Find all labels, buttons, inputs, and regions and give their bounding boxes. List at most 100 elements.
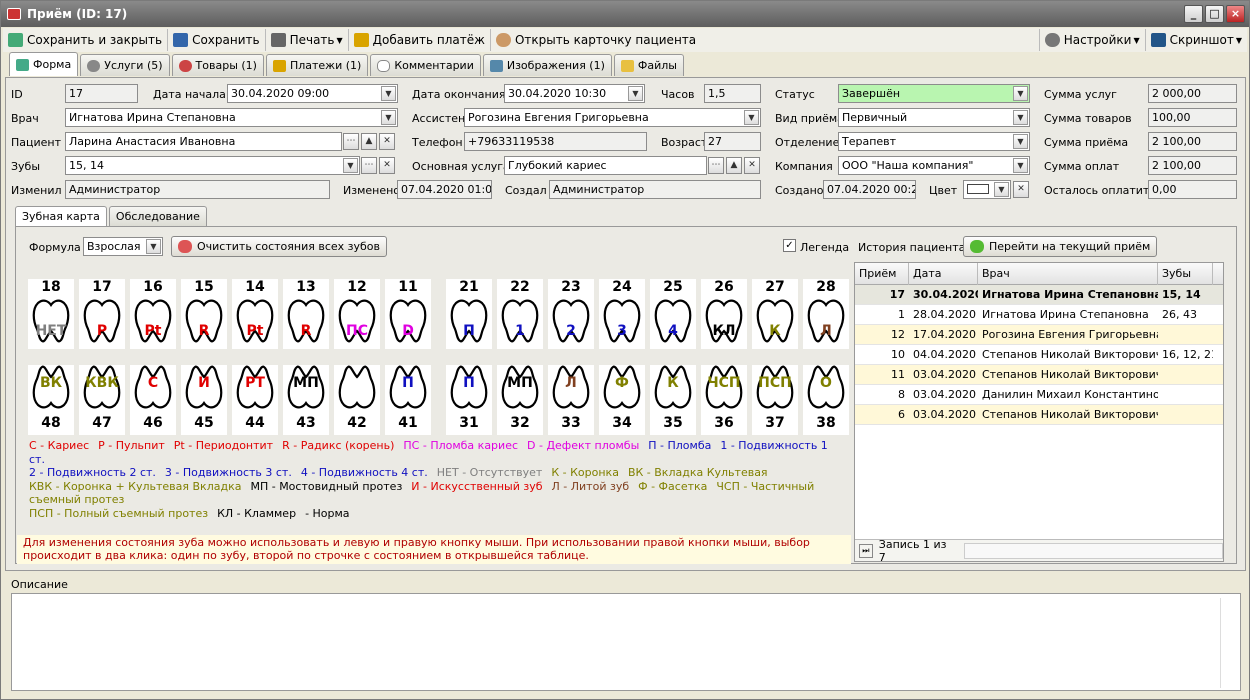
- tooth-23[interactable]: 23 2: [548, 279, 594, 349]
- chevron-down-icon[interactable]: ▼: [994, 182, 1009, 197]
- clear-all-teeth-button[interactable]: Очистить состояния всех зубов: [171, 236, 387, 257]
- id-field[interactable]: 17: [65, 84, 138, 103]
- tooth-12[interactable]: 12 ПС: [334, 279, 380, 349]
- close-button[interactable]: ×: [1226, 5, 1245, 23]
- tooth-34[interactable]: 34 Ф: [599, 365, 645, 435]
- table-row[interactable]: 10 04.04.2020 Степанов Николай Викторович 1…: [855, 345, 1223, 365]
- changed-by-field[interactable]: Администратор: [65, 180, 330, 199]
- settings-button[interactable]: Настройки ▼: [1038, 29, 1146, 51]
- patient-field[interactable]: Ларина Анастасия Ивановна: [65, 132, 342, 151]
- tooth-26[interactable]: 26 КЛ: [701, 279, 747, 349]
- chevron-down-icon[interactable]: ▼: [628, 86, 643, 101]
- start-date-field[interactable]: 30.04.2020 09:00 ▼: [227, 84, 398, 103]
- sum-visit-field[interactable]: 2 100,00: [1148, 132, 1237, 151]
- main-service-field[interactable]: Глубокий кариес: [504, 156, 707, 175]
- tab-files[interactable]: Файлы: [613, 54, 684, 76]
- tooth-27[interactable]: 27 К: [752, 279, 798, 349]
- tooth-33[interactable]: 33 Л: [548, 365, 594, 435]
- tooth-35[interactable]: 35 К: [650, 365, 696, 435]
- chevron-down-icon[interactable]: ▼: [1013, 158, 1028, 173]
- table-row[interactable]: 17 30.04.2020 Игнатова Ирина Степановна 15,…: [855, 285, 1223, 305]
- sum-goods-field[interactable]: 100,00: [1148, 108, 1237, 127]
- tab-comments[interactable]: Комментарии: [370, 54, 481, 76]
- tooth-16[interactable]: 16 Pt: [130, 279, 176, 349]
- minimize-button[interactable]: _: [1184, 5, 1203, 23]
- tooth-47[interactable]: 47 КВК: [79, 365, 125, 435]
- tooth-46[interactable]: 46 С: [130, 365, 176, 435]
- clear-teeth-button[interactable]: ✕: [379, 157, 395, 174]
- visit-type-select[interactable]: Первичный ▼: [838, 108, 1030, 127]
- changed-field[interactable]: 07.04.2020 01:05: [397, 180, 492, 199]
- tooth-32[interactable]: 32 МП: [497, 365, 543, 435]
- table-row[interactable]: 11 03.04.2020 Степанов Николай Викторович: [855, 365, 1223, 385]
- chevron-down-icon[interactable]: ▼: [381, 110, 396, 125]
- tooth-31[interactable]: 31 П: [446, 365, 492, 435]
- table-row[interactable]: 12 17.04.2020 Рогозина Евгения Григорьевна: [855, 325, 1223, 345]
- col-visit[interactable]: Приём: [855, 262, 909, 285]
- tooth-25[interactable]: 25 4: [650, 279, 696, 349]
- screenshot-button[interactable]: Скриншот ▼: [1146, 29, 1247, 51]
- horizontal-scrollbar[interactable]: [963, 542, 1224, 559]
- tooth-41[interactable]: 41 П: [385, 365, 431, 435]
- tooth-42[interactable]: 42: [334, 365, 380, 435]
- col-date[interactable]: Дата: [909, 262, 978, 285]
- col-teeth[interactable]: Зубы: [1158, 262, 1213, 285]
- tab-services[interactable]: Услуги (5): [80, 54, 170, 76]
- save-close-button[interactable]: Сохранить и закрыть: [3, 29, 169, 51]
- department-select[interactable]: Терапевт ▼: [838, 132, 1030, 151]
- chevron-down-icon[interactable]: ▼: [744, 110, 759, 125]
- maximize-button[interactable]: □: [1205, 5, 1224, 23]
- tooth-48[interactable]: 48 ВК: [28, 365, 74, 435]
- chevron-down-icon[interactable]: ▼: [1013, 110, 1028, 125]
- doctor-select[interactable]: Игнатова Ирина Степановна ▼: [65, 108, 398, 127]
- clear-patient-button[interactable]: ✕: [379, 133, 395, 150]
- tab-images[interactable]: Изображения (1): [482, 54, 612, 76]
- ellipsis-button[interactable]: ⋯: [708, 157, 724, 174]
- chevron-down-icon[interactable]: ▼: [1013, 134, 1028, 149]
- tab-goods[interactable]: Товары (1): [171, 54, 264, 76]
- tooth-45[interactable]: 45 И: [181, 365, 227, 435]
- tooth-13[interactable]: 13 R: [283, 279, 329, 349]
- clear-color-button[interactable]: ✕: [1013, 181, 1029, 198]
- tooth-21[interactable]: 21 П: [446, 279, 492, 349]
- tab-form[interactable]: Форма: [9, 52, 79, 76]
- print-button[interactable]: Печать ▼: [266, 29, 349, 51]
- chevron-up-button[interactable]: ▲: [726, 157, 742, 174]
- teeth-field[interactable]: 15, 14 ▼: [65, 156, 360, 175]
- left-to-pay-field[interactable]: 0,00: [1148, 180, 1237, 199]
- tooth-15[interactable]: 15 R: [181, 279, 227, 349]
- sum-paid-field[interactable]: 2 100,00: [1148, 156, 1237, 175]
- chevron-up-button[interactable]: ▲: [361, 133, 377, 150]
- chevron-down-icon[interactable]: ▼: [343, 158, 358, 173]
- table-row[interactable]: 6 03.04.2020 Степанов Николай Викторович: [855, 405, 1223, 425]
- ellipsis-button[interactable]: ⋯: [343, 133, 359, 150]
- table-row[interactable]: 8 03.04.2020 Данилин Михаил Константинович: [855, 385, 1223, 405]
- tab-payments[interactable]: Платежи (1): [265, 54, 369, 76]
- hours-field[interactable]: 1,5: [704, 84, 761, 103]
- goto-current-visit-button[interactable]: Перейти на текущий приём: [963, 236, 1158, 257]
- formula-select[interactable]: Взрослая ▼: [83, 237, 163, 256]
- description-textarea[interactable]: [11, 593, 1241, 691]
- clear-service-button[interactable]: ✕: [744, 157, 760, 174]
- ellipsis-button[interactable]: ⋯: [361, 157, 377, 174]
- sum-services-field[interactable]: 2 000,00: [1148, 84, 1237, 103]
- tab-examination[interactable]: Обследование: [108, 206, 207, 226]
- open-patient-card-button[interactable]: Открыть карточку пациента: [491, 29, 701, 51]
- legend-checkbox[interactable]: ✓: [783, 239, 796, 252]
- tooth-24[interactable]: 24 3: [599, 279, 645, 349]
- tooth-44[interactable]: 44 РТ: [232, 365, 278, 435]
- created-field[interactable]: 07.04.2020 00:20: [823, 180, 916, 199]
- tooth-14[interactable]: 14 Pt: [232, 279, 278, 349]
- add-payment-button[interactable]: Добавить платёж: [349, 29, 491, 51]
- tooth-11[interactable]: 11 D: [385, 279, 431, 349]
- tooth-36[interactable]: 36 ЧСП: [701, 365, 747, 435]
- company-select[interactable]: ООО "Наша компания" ▼: [838, 156, 1030, 175]
- tooth-38[interactable]: 38 О: [803, 365, 849, 435]
- last-record-button[interactable]: ⏭: [859, 543, 873, 558]
- chevron-down-icon[interactable]: ▼: [146, 239, 161, 254]
- chevron-down-icon[interactable]: ▼: [381, 86, 396, 101]
- phone-field[interactable]: +79633119538: [464, 132, 647, 151]
- tooth-37[interactable]: 37 ПСП: [752, 365, 798, 435]
- table-row[interactable]: 1 28.04.2020 Игнатова Ирина Степановна 26, …: [855, 305, 1223, 325]
- color-picker[interactable]: ▼: [963, 180, 1011, 199]
